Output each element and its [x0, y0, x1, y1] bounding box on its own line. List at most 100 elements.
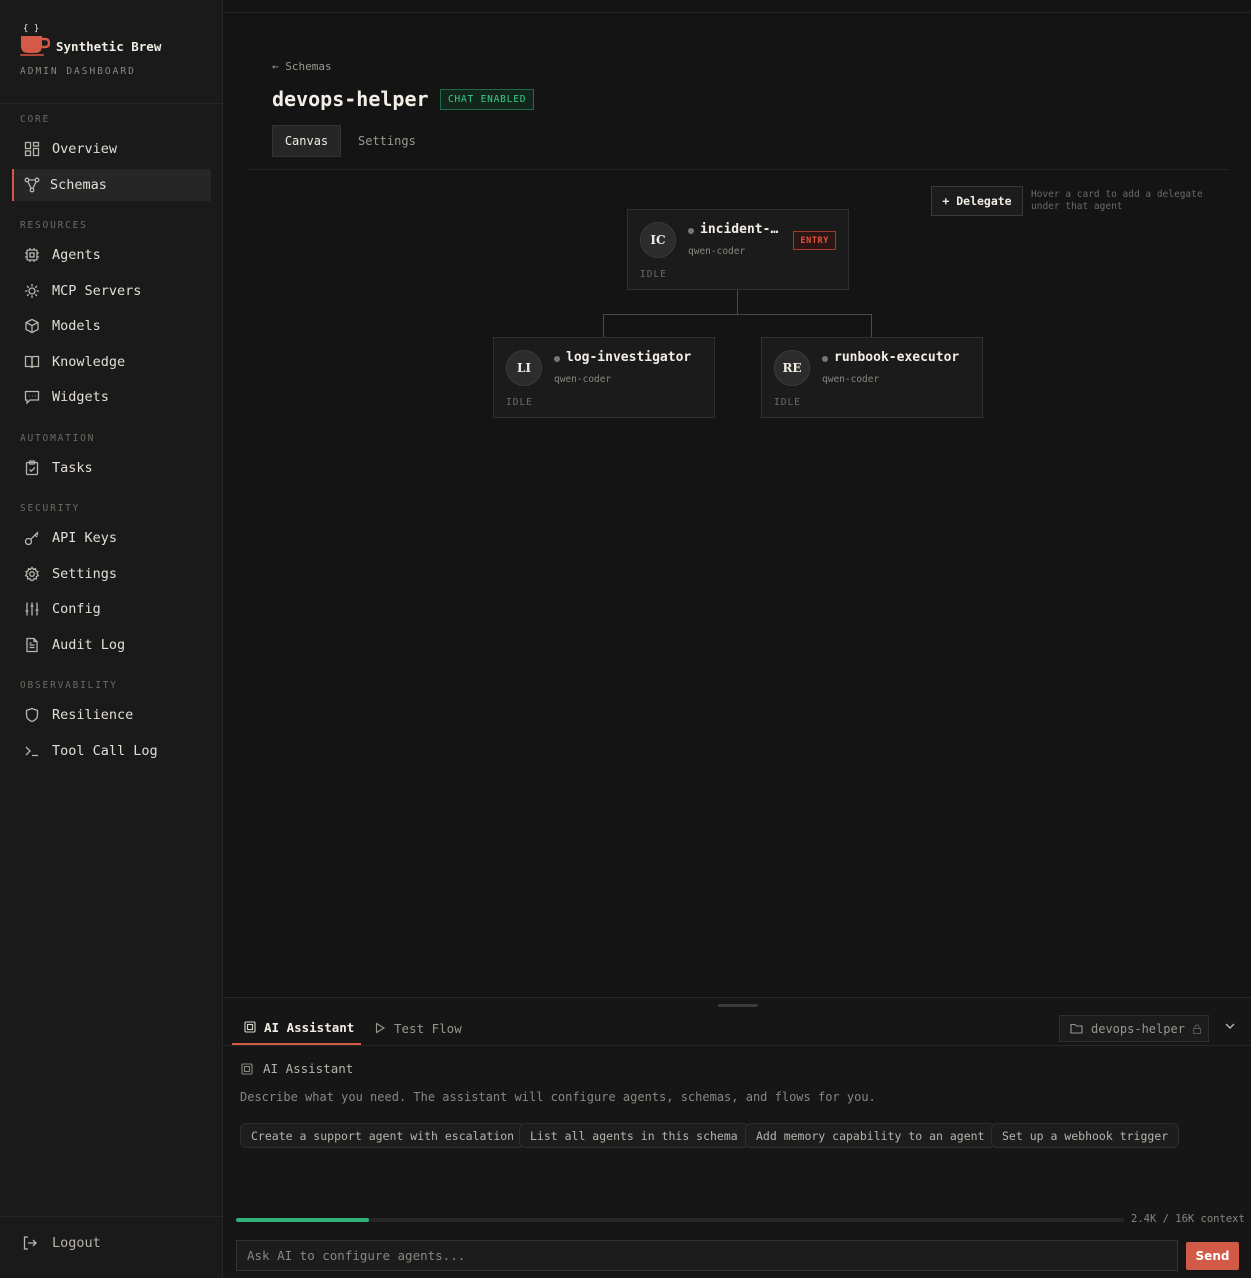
- sidebar-divider: [0, 103, 222, 104]
- sidebar-item-label: Overview: [52, 141, 118, 157]
- sidebar-item-label: API Keys: [52, 530, 118, 546]
- sidebar-item-label: Widgets: [52, 389, 109, 405]
- logout-icon: [22, 1235, 38, 1251]
- suggestion-chip[interactable]: Create a support agent with escalation: [240, 1123, 526, 1148]
- sidebar-item-tasks[interactable]: Tasks: [12, 452, 211, 484]
- cube-icon: [24, 318, 40, 334]
- folder-icon: [1070, 1022, 1083, 1035]
- logout-button[interactable]: Logout: [22, 1235, 101, 1251]
- sidebar-item-agents[interactable]: Agents: [12, 239, 211, 271]
- suggestion-chip[interactable]: Set up a webhook trigger: [991, 1123, 1180, 1148]
- sidebar-item-schemas[interactable]: Schemas: [12, 169, 211, 201]
- tab-ai-assistant[interactable]: AI Assistant: [232, 1011, 361, 1045]
- sidebar-item-label: Knowledge: [52, 354, 126, 370]
- agent-card-runbook-executor[interactable]: RE runbook-executor qwen-coder IDLE: [761, 337, 983, 418]
- tab-canvas[interactable]: Canvas: [272, 125, 341, 157]
- status-dot: [554, 356, 560, 362]
- section-title-observability: OBSERVABILITY: [20, 680, 118, 691]
- section-title-core: CORE: [20, 114, 51, 125]
- sidebar-item-knowledge[interactable]: Knowledge: [12, 346, 211, 378]
- bot-icon: [244, 1021, 256, 1033]
- sidebar-item-config[interactable]: Config: [12, 593, 211, 625]
- chat-icon: [24, 389, 40, 405]
- sidebar-item-resilience[interactable]: Resilience: [12, 699, 211, 731]
- delegate-hint: Hover a card to add a delegate under tha…: [1031, 189, 1203, 212]
- header-divider: [248, 169, 1228, 170]
- logout-divider: [0, 1216, 222, 1217]
- sidebar-item-overview[interactable]: Overview: [12, 133, 211, 165]
- sidebar-item-label: Config: [52, 601, 101, 617]
- cpu-icon: [24, 247, 40, 263]
- grid-icon: [24, 141, 40, 157]
- page-title: devops-helper: [272, 87, 429, 111]
- sidebar-item-label: Schemas: [50, 177, 107, 193]
- tree-connector: [603, 314, 872, 315]
- agent-avatar: IC: [640, 222, 676, 258]
- ai-prompt-input[interactable]: [236, 1240, 1178, 1271]
- svg-text:{ }: { }: [23, 24, 39, 34]
- sidebar-item-label: Agents: [52, 247, 101, 263]
- sidebar-item-api-keys[interactable]: API Keys: [12, 522, 211, 554]
- bot-icon: [241, 1062, 253, 1075]
- section-title-resources: RESOURCES: [20, 220, 88, 231]
- tab-settings[interactable]: Settings: [358, 125, 416, 157]
- sidebar-item-audit-log[interactable]: Audit Log: [12, 629, 211, 661]
- top-bar: [223, 0, 1251, 13]
- add-delegate-button[interactable]: + Delegate: [931, 186, 1023, 216]
- agent-model: qwen-coder: [822, 374, 880, 385]
- section-title-automation: AUTOMATION: [20, 433, 96, 444]
- tree-connector: [603, 314, 604, 338]
- tab-label: Test Flow: [394, 1020, 462, 1036]
- lock-icon: [1192, 1023, 1202, 1034]
- agent-card-entry[interactable]: IC incident-… qwen-coder IDLE ENTRY: [627, 209, 849, 290]
- sidebar-item-label: Audit Log: [52, 637, 126, 653]
- tab-label: AI Assistant: [264, 1019, 355, 1035]
- context-usage-fill: [236, 1218, 370, 1222]
- entry-badge: ENTRY: [793, 231, 836, 250]
- agent-avatar: RE: [774, 350, 810, 386]
- terminal-icon: [24, 743, 40, 759]
- book-icon: [24, 354, 40, 370]
- panel-divider: [223, 1045, 1251, 1046]
- agent-status: IDLE: [640, 269, 667, 280]
- tab-test-flow[interactable]: Test Flow: [374, 1011, 462, 1045]
- agent-card-log-investigator[interactable]: LI log-investigator qwen-coder IDLE: [493, 337, 715, 418]
- sidebar-item-settings[interactable]: Settings: [12, 558, 211, 590]
- assistant-title: AI Assistant: [263, 1061, 354, 1076]
- chevron-down-icon: [1224, 1020, 1236, 1036]
- sidebar: { } Synthetic Brew ADMIN DASHBOARD CORE …: [0, 0, 223, 1278]
- sidebar-item-label: Tasks: [52, 460, 93, 476]
- suggestion-chip[interactable]: List all agents in this schema: [519, 1123, 749, 1148]
- schema-icon: [24, 177, 40, 193]
- agent-avatar: LI: [506, 350, 542, 386]
- agent-status: IDLE: [506, 397, 533, 408]
- schema-selector-value: devops-helper: [1091, 1021, 1185, 1036]
- schema-selector[interactable]: devops-helper: [1059, 1015, 1209, 1042]
- key-icon: [24, 530, 40, 546]
- sidebar-item-tool-call-log[interactable]: Tool Call Log: [12, 735, 211, 767]
- sidebar-item-label: MCP Servers: [52, 283, 142, 299]
- sidebar-item-widgets[interactable]: Widgets: [12, 381, 211, 413]
- agent-name: log-investigator: [566, 350, 692, 365]
- sidebar-item-label: Tool Call Log: [52, 743, 158, 759]
- chat-enabled-badge: CHAT ENABLED: [440, 89, 535, 110]
- panel-resize-handle[interactable]: [718, 1004, 758, 1007]
- brand-subtitle: ADMIN DASHBOARD: [20, 66, 136, 77]
- suggestion-chip[interactable]: Add memory capability to an agent: [745, 1123, 996, 1148]
- agent-name: incident-…: [700, 222, 779, 237]
- document-icon: [24, 637, 40, 653]
- agent-model: qwen-coder: [688, 246, 746, 257]
- logout-label: Logout: [52, 1235, 101, 1251]
- send-button[interactable]: Send: [1186, 1242, 1239, 1270]
- shield-icon: [24, 707, 40, 723]
- sidebar-item-mcp-servers[interactable]: MCP Servers: [12, 275, 211, 307]
- agent-model: qwen-coder: [554, 374, 612, 385]
- breadcrumb[interactable]: ← Schemas: [272, 60, 332, 73]
- sun-icon: [24, 283, 40, 299]
- context-usage-bar: [236, 1218, 1124, 1222]
- sidebar-item-label: Models: [52, 318, 101, 334]
- collapse-panel-button[interactable]: [1222, 1020, 1238, 1036]
- status-dot: [688, 228, 694, 234]
- brand-name: Synthetic Brew: [56, 39, 162, 54]
- sidebar-item-models[interactable]: Models: [12, 310, 211, 342]
